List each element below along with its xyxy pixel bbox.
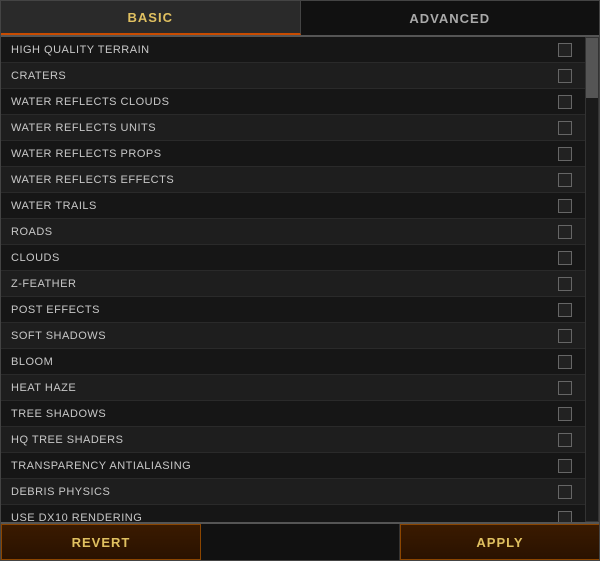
setting-checkbox-wrapper-water-reflects-props: [545, 147, 585, 161]
settings-panel[interactable]: HIGH QUALITY TERRAIN CRATERS WATER REFLECT…: [1, 37, 585, 522]
tab-bar: BASICADVANCED: [1, 1, 599, 37]
checkbox-debris-physics[interactable]: [558, 485, 572, 499]
revert-button[interactable]: REVERT: [1, 524, 201, 560]
setting-row-tree-shadows: TREE SHADOWS: [1, 401, 585, 427]
setting-row-water-reflects-props: WATER REFLECTS PROPS: [1, 141, 585, 167]
scrollbar[interactable]: [585, 37, 599, 522]
setting-label-tree-shadows: TREE SHADOWS: [11, 408, 545, 420]
setting-row-use-dx10-rendering: USE DX10 RENDERING: [1, 505, 585, 522]
checkbox-tree-shadows[interactable]: [558, 407, 572, 421]
setting-row-water-trails: WATER TRAILS: [1, 193, 585, 219]
setting-label-hq-tree-shaders: HQ TREE SHADERS: [11, 434, 545, 446]
setting-checkbox-wrapper-post-effects: [545, 303, 585, 317]
checkbox-water-trails[interactable]: [558, 199, 572, 213]
apply-button[interactable]: APPLY: [400, 524, 599, 560]
setting-label-post-effects: POST EFFECTS: [11, 304, 545, 316]
setting-row-debris-physics: DEBRIS PHYSICS: [1, 479, 585, 505]
setting-row-roads: ROADS: [1, 219, 585, 245]
setting-checkbox-wrapper-roads: [545, 225, 585, 239]
setting-label-water-trails: WATER TRAILS: [11, 200, 545, 212]
setting-label-water-reflects-units: WATER REFLECTS UNITS: [11, 122, 545, 134]
setting-checkbox-wrapper-soft-shadows: [545, 329, 585, 343]
setting-label-soft-shadows: SOFT SHADOWS: [11, 330, 545, 342]
checkbox-hq-tree-shaders[interactable]: [558, 433, 572, 447]
scrollbar-track[interactable]: [585, 37, 599, 522]
checkbox-water-reflects-props[interactable]: [558, 147, 572, 161]
main-content: HIGH QUALITY TERRAIN CRATERS WATER REFLECT…: [1, 37, 599, 522]
checkbox-post-effects[interactable]: [558, 303, 572, 317]
setting-checkbox-wrapper-high-quality-terrain: [545, 43, 585, 57]
setting-row-bloom: BLOOM: [1, 349, 585, 375]
setting-row-high-quality-terrain: HIGH QUALITY TERRAIN: [1, 37, 585, 63]
setting-checkbox-wrapper-water-trails: [545, 199, 585, 213]
setting-checkbox-wrapper-z-feather: [545, 277, 585, 291]
checkbox-heat-haze[interactable]: [558, 381, 572, 395]
checkbox-craters[interactable]: [558, 69, 572, 83]
scrollbar-thumb[interactable]: [586, 38, 598, 98]
setting-row-water-reflects-units: WATER REFLECTS UNITS: [1, 115, 585, 141]
setting-row-hq-tree-shaders: HQ TREE SHADERS: [1, 427, 585, 453]
checkbox-clouds[interactable]: [558, 251, 572, 265]
setting-row-water-reflects-clouds: WATER REFLECTS CLOUDS: [1, 89, 585, 115]
checkbox-water-reflects-units[interactable]: [558, 121, 572, 135]
setting-checkbox-wrapper-water-reflects-effects: [545, 173, 585, 187]
setting-checkbox-wrapper-clouds: [545, 251, 585, 265]
setting-row-clouds: CLOUDS: [1, 245, 585, 271]
setting-row-post-effects: POST EFFECTS: [1, 297, 585, 323]
setting-label-water-reflects-clouds: WATER REFLECTS CLOUDS: [11, 96, 545, 108]
setting-checkbox-wrapper-use-dx10-rendering: [545, 511, 585, 523]
setting-label-transparency-antialiasing: TRANSPARENCY ANTIALIASING: [11, 460, 545, 472]
setting-row-craters: CRATERS: [1, 63, 585, 89]
checkbox-high-quality-terrain[interactable]: [558, 43, 572, 57]
setting-checkbox-wrapper-debris-physics: [545, 485, 585, 499]
setting-checkbox-wrapper-hq-tree-shaders: [545, 433, 585, 447]
setting-label-roads: ROADS: [11, 226, 545, 238]
setting-label-water-reflects-effects: WATER REFLECTS EFFECTS: [11, 174, 545, 186]
setting-label-high-quality-terrain: HIGH QUALITY TERRAIN: [11, 44, 545, 56]
checkbox-transparency-antialiasing[interactable]: [558, 459, 572, 473]
setting-checkbox-wrapper-water-reflects-clouds: [545, 95, 585, 109]
checkbox-water-reflects-clouds[interactable]: [558, 95, 572, 109]
setting-checkbox-wrapper-craters: [545, 69, 585, 83]
setting-row-heat-haze: HEAT HAZE: [1, 375, 585, 401]
setting-row-transparency-antialiasing: TRANSPARENCY ANTIALIASING: [1, 453, 585, 479]
tab-basic[interactable]: BASIC: [1, 1, 301, 35]
setting-checkbox-wrapper-tree-shadows: [545, 407, 585, 421]
checkbox-soft-shadows[interactable]: [558, 329, 572, 343]
setting-label-debris-physics: DEBRIS PHYSICS: [11, 486, 545, 498]
checkbox-water-reflects-effects[interactable]: [558, 173, 572, 187]
settings-window: BASICADVANCED HIGH QUALITY TERRAIN CRATER…: [0, 0, 600, 561]
setting-label-heat-haze: HEAT HAZE: [11, 382, 545, 394]
setting-label-z-feather: Z-FEATHER: [11, 278, 545, 290]
tab-advanced[interactable]: ADVANCED: [301, 1, 600, 35]
setting-checkbox-wrapper-bloom: [545, 355, 585, 369]
setting-row-z-feather: Z-FEATHER: [1, 271, 585, 297]
checkbox-use-dx10-rendering[interactable]: [558, 511, 572, 523]
setting-label-use-dx10-rendering: USE DX10 RENDERING: [11, 512, 545, 523]
setting-checkbox-wrapper-heat-haze: [545, 381, 585, 395]
footer: REVERT APPLY: [1, 522, 599, 560]
setting-label-bloom: BLOOM: [11, 356, 545, 368]
checkbox-roads[interactable]: [558, 225, 572, 239]
setting-label-craters: CRATERS: [11, 70, 545, 82]
setting-checkbox-wrapper-transparency-antialiasing: [545, 459, 585, 473]
setting-checkbox-wrapper-water-reflects-units: [545, 121, 585, 135]
footer-middle: [201, 524, 400, 560]
checkbox-bloom[interactable]: [558, 355, 572, 369]
checkbox-z-feather[interactable]: [558, 277, 572, 291]
setting-row-water-reflects-effects: WATER REFLECTS EFFECTS: [1, 167, 585, 193]
setting-row-soft-shadows: SOFT SHADOWS: [1, 323, 585, 349]
setting-label-water-reflects-props: WATER REFLECTS PROPS: [11, 148, 545, 160]
setting-label-clouds: CLOUDS: [11, 252, 545, 264]
